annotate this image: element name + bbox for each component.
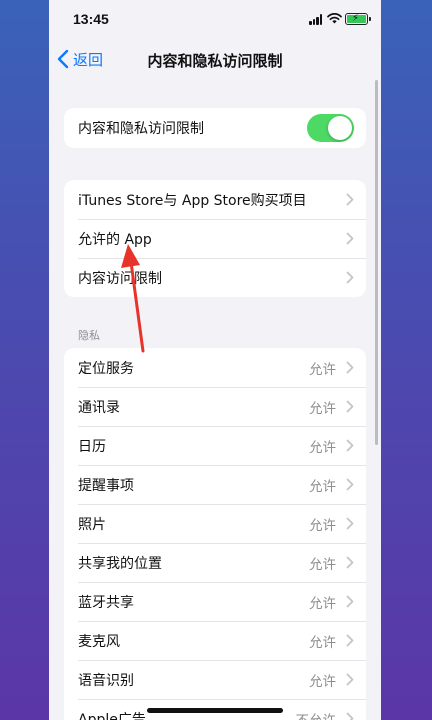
wifi-icon bbox=[327, 13, 342, 24]
status-bar: 13:45 ⚡ bbox=[49, 0, 381, 40]
restrictions-toggle-row: 内容和隐私访问限制 bbox=[64, 108, 366, 148]
row-label: 语音识别 bbox=[78, 672, 134, 689]
chevron-right-icon bbox=[346, 361, 354, 374]
row-label: 日历 bbox=[78, 438, 106, 455]
privacy-group: 定位服务 允许 通讯录 允许 日历 允许 提醒事项 允许 照片 允许 共享我的位置 允许 蓝牙共享 允许麦… bbox=[64, 348, 366, 720]
scrollbar[interactable] bbox=[375, 80, 378, 445]
row-value: 允许 bbox=[309, 517, 336, 534]
row-label: 提醒事项 bbox=[78, 477, 134, 494]
chevron-right-icon bbox=[346, 634, 354, 647]
privacy-row[interactable]: 通讯录 允许 bbox=[64, 387, 366, 426]
row-label: 内容访问限制 bbox=[78, 270, 162, 287]
home-indicator[interactable] bbox=[147, 708, 283, 713]
row-label: 照片 bbox=[78, 516, 106, 533]
settings-screen: 13:45 ⚡ 返回 内容和隐私访问限制 内容和隐私访问限制 iTunes St… bbox=[49, 0, 381, 720]
privacy-section-header: 隐私 bbox=[78, 329, 100, 342]
chevron-right-icon bbox=[346, 517, 354, 530]
allowed-apps-row[interactable]: 允许的 App bbox=[64, 219, 366, 258]
cellular-signal-icon bbox=[309, 14, 323, 25]
row-value: 允许 bbox=[309, 361, 336, 378]
chevron-right-icon bbox=[346, 400, 354, 413]
row-value: 允许 bbox=[309, 556, 336, 573]
row-value: 允许 bbox=[309, 400, 336, 417]
row-label: 麦克风 bbox=[78, 633, 120, 650]
privacy-row[interactable]: 语音识别 允许 bbox=[64, 660, 366, 699]
chevron-right-icon bbox=[346, 556, 354, 569]
row-label: iTunes Store与 App Store购买项目 bbox=[78, 192, 307, 209]
chevron-right-icon bbox=[346, 478, 354, 491]
row-label: 允许的 App bbox=[78, 231, 152, 248]
row-value: 允许 bbox=[309, 634, 336, 651]
privacy-row[interactable]: 照片 允许 bbox=[64, 504, 366, 543]
row-label: 定位服务 bbox=[78, 360, 134, 377]
row-value: 允许 bbox=[309, 478, 336, 495]
chevron-right-icon bbox=[346, 673, 354, 686]
row-value: 允许 bbox=[309, 673, 336, 690]
row-value: 允许 bbox=[309, 439, 336, 456]
navigation-bar: 返回 内容和隐私访问限制 bbox=[49, 42, 381, 76]
privacy-row[interactable]: 共享我的位置 允许 bbox=[64, 543, 366, 582]
chevron-right-icon bbox=[346, 439, 354, 452]
status-time: 13:45 bbox=[73, 11, 109, 27]
privacy-row[interactable]: 麦克风 允许 bbox=[64, 621, 366, 660]
chevron-right-icon bbox=[346, 595, 354, 608]
chevron-right-icon bbox=[346, 271, 354, 284]
row-label: Apple广告 bbox=[78, 711, 146, 720]
itunes-app-store-purchases-row[interactable]: iTunes Store与 App Store购买项目 bbox=[64, 180, 366, 219]
privacy-row[interactable]: 定位服务 允许 bbox=[64, 348, 366, 387]
row-value: 允许 bbox=[309, 595, 336, 612]
store-content-group: iTunes Store与 App Store购买项目 允许的 App 内容访问… bbox=[64, 180, 366, 297]
privacy-row[interactable]: 提醒事项 允许 bbox=[64, 465, 366, 504]
privacy-row[interactable]: 蓝牙共享 允许 bbox=[64, 582, 366, 621]
restrictions-toggle-label: 内容和隐私访问限制 bbox=[78, 121, 204, 137]
battery-charging-icon: ⚡ bbox=[345, 13, 371, 25]
restrictions-toggle-group: 内容和隐私访问限制 bbox=[64, 108, 366, 148]
restrictions-toggle-switch[interactable] bbox=[307, 114, 354, 142]
chevron-right-icon bbox=[346, 193, 354, 206]
content-restrictions-row[interactable]: 内容访问限制 bbox=[64, 258, 366, 297]
chevron-right-icon bbox=[346, 232, 354, 245]
privacy-row[interactable]: 日历 允许 bbox=[64, 426, 366, 465]
row-value: 不允许 bbox=[296, 709, 337, 720]
chevron-right-icon bbox=[346, 712, 354, 720]
row-label: 蓝牙共享 bbox=[78, 594, 134, 611]
row-label: 共享我的位置 bbox=[78, 555, 162, 572]
page-title: 内容和隐私访问限制 bbox=[147, 52, 283, 70]
row-label: 通讯录 bbox=[78, 399, 120, 416]
